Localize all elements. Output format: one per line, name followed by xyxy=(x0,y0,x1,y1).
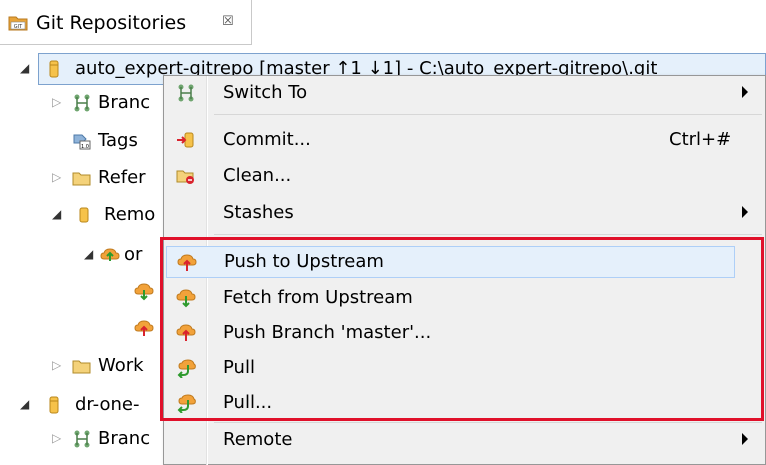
tree-label: or xyxy=(124,244,143,265)
tree-row-remotes[interactable]: ◢ Remo xyxy=(0,200,163,230)
tree-label: Work xyxy=(98,355,144,376)
menu-item-commit[interactable]: Commit... Ctrl+# xyxy=(164,124,765,156)
repository-icon xyxy=(49,60,59,78)
submenu-arrow-icon xyxy=(742,206,748,218)
tree-row-fetch-spec[interactable] xyxy=(0,277,163,307)
menu-item-label: Switch To xyxy=(223,82,308,103)
menu-item-push-to-upstream[interactable]: Push to Upstream xyxy=(166,246,735,278)
repository-icon xyxy=(49,396,59,414)
menu-divider xyxy=(214,114,762,115)
collapsed-arrow-icon[interactable]: ▷ xyxy=(52,358,61,372)
push-branch-icon xyxy=(176,324,196,341)
menu-item-stashes[interactable]: Stashes xyxy=(164,197,765,229)
fetch-upstream-icon xyxy=(176,289,196,308)
remote-origin-icon xyxy=(100,248,120,261)
push-icon xyxy=(134,320,154,336)
tree-row-branches-2[interactable]: ▷ Branc xyxy=(0,424,163,454)
folder-icon xyxy=(72,360,91,374)
menu-item-pull-dialog[interactable]: Pull... xyxy=(164,387,765,419)
commit-icon xyxy=(177,132,194,148)
pull-dialog-icon xyxy=(177,394,196,413)
submenu-arrow-icon xyxy=(742,86,748,98)
tree-label: dr-one- xyxy=(75,394,140,415)
collapsed-arrow-icon[interactable]: ▷ xyxy=(52,431,61,445)
expanded-arrow-icon[interactable]: ◢ xyxy=(84,247,93,261)
close-icon[interactable]: ☒ xyxy=(222,14,234,29)
branches-icon xyxy=(74,94,90,112)
menu-item-label: Commit... xyxy=(223,129,311,150)
tree-row-push-spec[interactable] xyxy=(0,314,163,344)
fetch-icon xyxy=(134,283,154,301)
remote-icon xyxy=(79,207,89,223)
svg-text:GIT: GIT xyxy=(14,24,23,30)
menu-item-clean[interactable]: Clean... xyxy=(164,160,765,192)
switch-icon xyxy=(178,84,194,102)
expanded-arrow-icon[interactable]: ◢ xyxy=(52,207,61,221)
menu-item-pull[interactable]: Pull xyxy=(164,352,765,384)
collapsed-arrow-icon[interactable]: ▷ xyxy=(52,170,61,184)
svg-text:1.0: 1.0 xyxy=(81,144,89,150)
git-repo-icon: GIT xyxy=(8,16,28,31)
menu-item-label: Pull xyxy=(223,357,255,378)
tree-row-origin[interactable]: ◢ or xyxy=(0,240,163,270)
menu-item-label: Pull... xyxy=(223,392,273,413)
pull-icon xyxy=(177,359,196,378)
tree-label: Tags xyxy=(98,130,138,151)
tree-label: Branc xyxy=(98,92,151,113)
tree-row-working-tree[interactable]: ▷ Work xyxy=(0,351,163,381)
menu-item-remote[interactable]: Remote xyxy=(164,424,765,456)
folder-icon xyxy=(72,172,91,186)
menu-item-label: Clean... xyxy=(223,165,292,186)
menu-item-label: Push to Upstream xyxy=(224,251,384,272)
tree-label: Remo xyxy=(104,204,156,225)
collapsed-arrow-icon[interactable]: ▷ xyxy=(52,95,61,109)
tree-label: Branc xyxy=(98,428,151,449)
expanded-arrow-icon[interactable]: ◢ xyxy=(20,397,29,411)
tree-row-branches[interactable]: ▷ Branc xyxy=(0,88,163,118)
submenu-arrow-icon xyxy=(742,433,748,445)
tags-icon: 1.0 xyxy=(73,134,91,150)
menu-divider xyxy=(214,234,762,235)
tab-title: Git Repositories xyxy=(36,12,187,34)
branches-icon xyxy=(74,430,90,448)
tree-row-tags[interactable]: 1.0 Tags xyxy=(0,126,163,156)
menu-divider xyxy=(214,422,762,423)
menu-item-label: Fetch from Upstream xyxy=(223,287,413,308)
menu-item-label: Stashes xyxy=(223,202,294,223)
expanded-arrow-icon[interactable]: ◢ xyxy=(20,61,29,75)
tree-row-dr-one[interactable]: ◢ dr-one- xyxy=(0,390,163,420)
menu-item-shortcut: Ctrl+# xyxy=(669,129,732,150)
menu-item-fetch-from-upstream[interactable]: Fetch from Upstream xyxy=(164,282,765,314)
menu-item-label: Remote xyxy=(223,429,293,450)
clean-icon xyxy=(176,170,194,184)
push-upstream-icon xyxy=(177,254,197,271)
menu-item-push-branch[interactable]: Push Branch 'master'... xyxy=(164,317,765,349)
menu-item-label: Push Branch 'master'... xyxy=(223,322,432,343)
menu-item-switch-to[interactable]: Switch To xyxy=(164,77,765,109)
tree-row-references[interactable]: ▷ Refer xyxy=(0,163,163,193)
tree-label: Refer xyxy=(98,167,146,188)
git-repositories-tab[interactable]: GIT Git Repositories ☒ xyxy=(0,0,252,45)
